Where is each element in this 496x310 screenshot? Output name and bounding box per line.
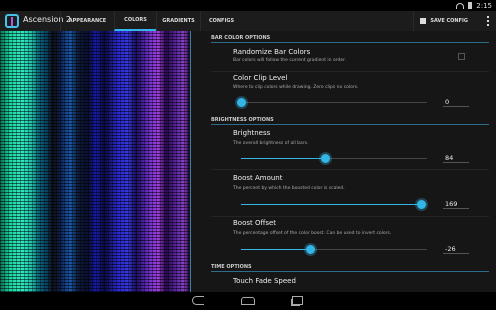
setting-randomize-bar-colors[interactable]: Randomize Bar Colors Bar colors will fol…	[191, 45, 496, 71]
tab-label: GRADIENTS	[162, 18, 195, 24]
settings-panel[interactable]: BAR COLOR OPTIONS Randomize Bar Colors B…	[191, 31, 496, 292]
setting-description: Bar colors will follow the current gradi…	[233, 58, 346, 63]
home-icon[interactable]	[241, 297, 255, 305]
tab-label: CONFIGS	[208, 18, 235, 24]
slider-thumb[interactable]	[237, 98, 246, 107]
setting-touch-fade-speed[interactable]: Touch Fade Speed	[191, 274, 496, 292]
action-bar: Ascension 2 APPEARANCE COLORS GRADIENTS …	[0, 11, 496, 31]
tab-configs[interactable]: CONFIGS	[200, 11, 242, 31]
save-config-button[interactable]: SAVE CONFIG	[413, 11, 468, 31]
overflow-menu-icon[interactable]	[487, 16, 490, 26]
section-header-brightness: BRIGHTNESS OPTIONS	[211, 115, 489, 125]
setting-color-clip-level: Color Clip Level Where to clip colors wh…	[191, 72, 496, 114]
battery-icon	[468, 2, 473, 9]
tab-gradients[interactable]: GRADIENTS	[156, 11, 200, 31]
slider-fill	[241, 249, 310, 250]
tab-appearance[interactable]: APPEARANCE	[60, 11, 114, 31]
setting-description: Where to clip colors while drawing. Zero…	[233, 85, 359, 90]
save-icon	[420, 18, 427, 24]
boost-amount-value-field[interactable]: 169	[443, 200, 469, 209]
tab-colors[interactable]: COLORS	[114, 11, 156, 31]
status-time: 2:15	[476, 1, 492, 10]
setting-title: Randomize Bar Colors	[233, 48, 311, 56]
color-clip-slider[interactable]	[237, 98, 427, 107]
setting-description: The percent by which the boosted color i…	[233, 186, 345, 191]
section-header-bar-color: BAR COLOR OPTIONS	[211, 33, 489, 43]
setting-title: Color Clip Level	[233, 74, 288, 82]
setting-boost-offset: Boost Offset The percentage offset of th…	[191, 217, 496, 261]
slider-fill	[241, 204, 422, 205]
tab-label: COLORS	[124, 17, 147, 23]
section-header-time: TIME OPTIONS	[211, 262, 489, 272]
slider-thumb[interactable]	[417, 200, 427, 209]
setting-description: The percentage offset of the color boost…	[233, 231, 392, 236]
boost-offset-value-field[interactable]: -26	[443, 245, 469, 254]
brightness-slider[interactable]	[241, 154, 427, 163]
recent-apps-icon[interactable]	[292, 296, 303, 305]
status-bar: 2:15	[0, 0, 496, 11]
randomize-checkbox[interactable]	[458, 53, 465, 60]
boost-amount-slider[interactable]	[241, 200, 427, 209]
setting-title: Boost Amount	[233, 174, 283, 182]
save-config-label: SAVE CONFIG	[430, 18, 468, 24]
setting-title: Touch Fade Speed	[233, 277, 296, 285]
setting-description: The overall brightness of all bars.	[233, 141, 309, 146]
brightness-value-field[interactable]: 84	[443, 154, 469, 163]
row-divider	[211, 169, 489, 170]
slider-fill	[241, 158, 325, 159]
tab-label: APPEARANCE	[68, 18, 107, 24]
wifi-icon	[456, 2, 465, 9]
back-icon[interactable]	[192, 296, 204, 305]
slider-thumb[interactable]	[320, 154, 330, 163]
boost-offset-slider[interactable]	[241, 245, 427, 254]
setting-brightness: Brightness The overall brightness of all…	[191, 127, 496, 169]
setting-boost-amount: Boost Amount The percent by which the bo…	[191, 172, 496, 216]
visualizer-preview	[0, 31, 190, 292]
setting-title: Brightness	[233, 129, 271, 137]
color-clip-value-field[interactable]: 0	[443, 98, 469, 107]
navigation-bar	[0, 292, 496, 310]
app-logo-icon[interactable]	[5, 14, 19, 28]
setting-title: Boost Offset	[233, 219, 277, 227]
slider-thumb[interactable]	[305, 245, 315, 254]
